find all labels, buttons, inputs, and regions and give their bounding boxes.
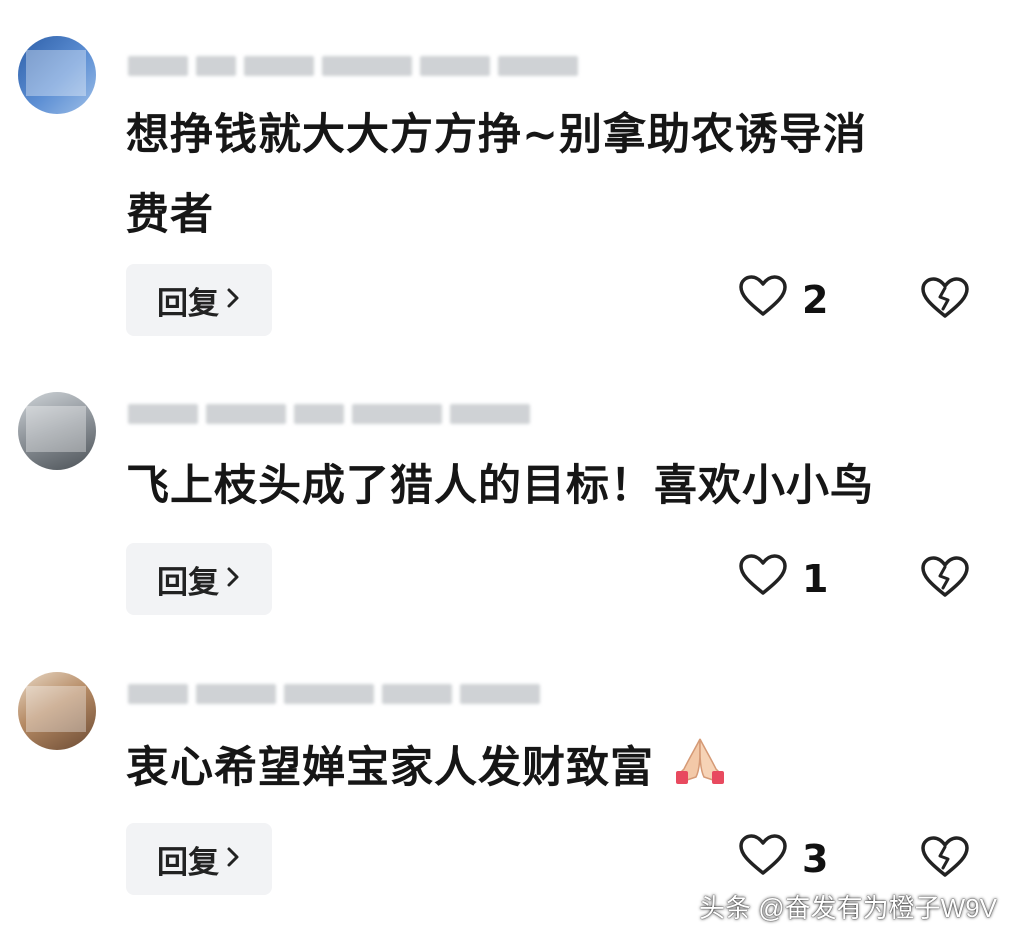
like-count: 1 [802,557,829,601]
comment-text-line: 想挣钱就大大方方挣~别拿助农诱导消 [126,110,868,160]
comment-text: 想挣钱就大大方方挣~别拿助农诱导消 费者 [126,95,986,255]
heart-outline-icon [738,833,788,886]
like-count: 2 [802,278,829,322]
watermark: 头条 @奋发有为橙子W9V [699,893,997,923]
chevron-right-icon [225,841,241,877]
comment-text: 衷心希望婵宝家人发财致富 [126,728,986,811]
comment-text-line: 衷心希望婵宝家人发财致富 [126,728,986,811]
dislike-button[interactable] [920,823,970,895]
reply-label: 回复 [157,564,219,601]
chevron-right-icon [225,561,241,597]
username-blurred [128,398,648,430]
reply-button[interactable]: 回复 [126,543,272,615]
dislike-button[interactable] [920,264,970,336]
reply-button[interactable]: 回复 [126,823,272,895]
broken-heart-icon [920,276,970,324]
comment-text-line: 费者 [126,190,214,240]
reply-label: 回复 [157,844,219,881]
broken-heart-icon [920,835,970,883]
chevron-right-icon [225,282,241,318]
avatar[interactable] [18,36,96,114]
comment-text-line: 飞上枝头成了猎人的目标！喜欢小小鸟 [126,461,874,511]
comment-text: 飞上枝头成了猎人的目标！喜欢小小鸟 [126,446,986,526]
broken-heart-icon [920,555,970,603]
reply-label: 回复 [157,285,219,322]
like-button[interactable]: 3 [738,823,828,895]
like-count: 3 [802,837,829,881]
avatar[interactable] [18,672,96,750]
avatar[interactable] [18,392,96,470]
dislike-button[interactable] [920,543,970,615]
like-button[interactable]: 2 [738,264,828,336]
username-blurred [128,678,648,710]
reply-button[interactable]: 回复 [126,264,272,336]
heart-outline-icon [738,274,788,327]
like-button[interactable]: 1 [738,543,828,615]
heart-outline-icon [738,553,788,606]
comment-text-line-content: 衷心希望婵宝家人发财致富 [126,743,654,793]
folded-hands-emoji [670,731,730,811]
username-blurred [128,50,648,82]
